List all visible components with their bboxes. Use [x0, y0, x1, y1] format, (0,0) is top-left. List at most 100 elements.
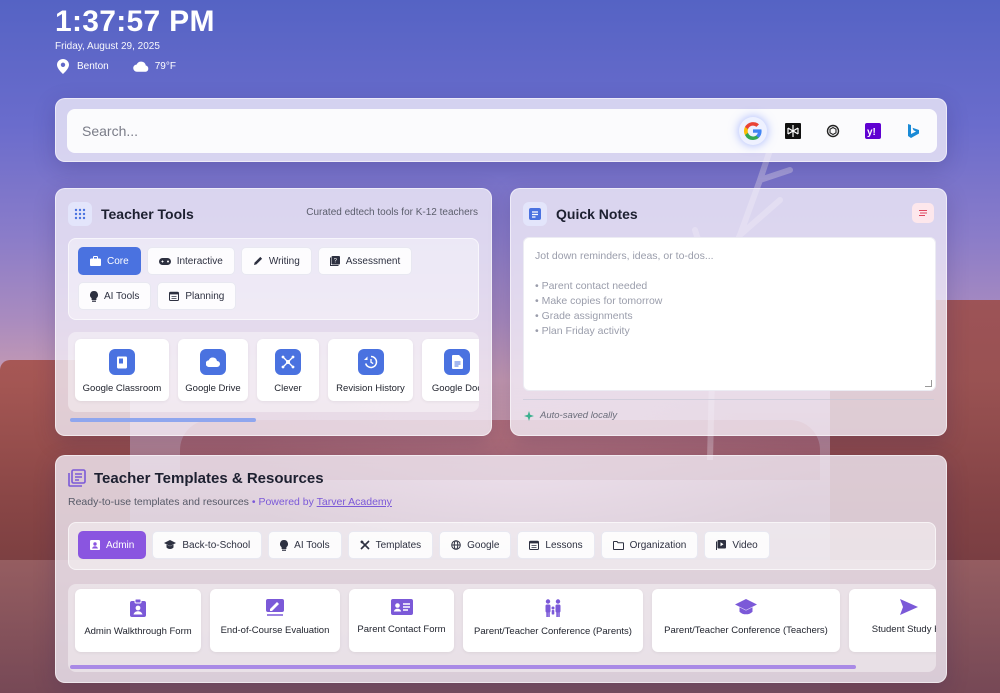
tab-google[interactable]: Google — [439, 531, 512, 559]
location-name: Benton — [77, 60, 109, 72]
tab-video-label: Video — [732, 539, 758, 551]
teacher-tools-title: Teacher Tools — [101, 206, 194, 222]
template-list: Admin Walkthrough Form End-of-Course Eva… — [68, 584, 936, 672]
bing-engine-button[interactable] — [899, 117, 927, 145]
clock-time: 1:37:57 PM — [55, 5, 215, 38]
tab-lessons-label: Lessons — [545, 539, 583, 551]
search-engines: y! — [739, 117, 927, 145]
tab-assessment[interactable]: ? Assessment — [317, 247, 413, 275]
pencil-icon — [253, 256, 262, 265]
template-label: Admin Walkthrough Form — [84, 626, 192, 637]
lightbulb-icon — [90, 290, 98, 302]
location-pin-icon — [55, 58, 71, 74]
tab-back-to-school[interactable]: Back-to-School — [152, 531, 263, 559]
tool-list-scrollbar[interactable] — [70, 418, 256, 422]
tab-google-label: Google — [467, 539, 500, 551]
video-icon — [716, 540, 727, 550]
teacher-tools-subtitle: Curated edtech tools for K-12 teachers — [306, 207, 478, 218]
tool-label: Google Drive — [185, 383, 241, 394]
perplexity-engine-button[interactable] — [779, 117, 807, 145]
template-conference-teachers[interactable]: Parent/Teacher Conference (Teachers) — [652, 589, 840, 652]
teacher-tools-panel: Teacher Tools Curated edtech tools for K… — [55, 188, 492, 436]
tab-admin-label: Admin — [106, 539, 135, 551]
quick-notes-title: Quick Notes — [556, 206, 638, 222]
classroom-icon — [109, 349, 135, 375]
tab-ai-tools-label: AI Tools — [294, 539, 330, 551]
document-icon — [444, 349, 470, 375]
tab-interactive[interactable]: Interactive — [146, 247, 235, 275]
eraser-icon — [919, 210, 927, 216]
calendar-icon — [169, 291, 180, 301]
tab-writing-label: Writing — [268, 255, 300, 267]
template-parent-contact-form[interactable]: Parent Contact Form — [349, 589, 454, 652]
notes-placeholder-line: Jot down reminders, ideas, or to-dos... — [535, 250, 714, 262]
search-input[interactable] — [82, 120, 682, 142]
svg-text:y!: y! — [867, 127, 876, 138]
cloud-icon — [200, 349, 226, 375]
tool-google-classroom[interactable]: Google Classroom — [75, 339, 169, 401]
google-engine-button[interactable] — [739, 117, 767, 145]
template-label: Parent Contact Form — [357, 624, 446, 635]
sparkle-icon — [524, 410, 534, 421]
tab-templates[interactable]: Templates — [347, 531, 434, 559]
library-books-icon — [68, 469, 86, 487]
graduation-cap-icon — [164, 540, 177, 549]
tab-lessons[interactable]: Lessons — [517, 531, 595, 559]
yahoo-engine-button[interactable]: y! — [859, 117, 887, 145]
id-card-icon — [390, 599, 413, 615]
template-label: End-of-Course Evaluation — [220, 625, 330, 636]
notes-placeholder-line: • Plan Friday activity — [535, 325, 630, 337]
briefcase-icon — [90, 256, 101, 266]
chatgpt-icon — [826, 124, 840, 138]
apps-grid-icon — [68, 202, 92, 226]
notes-textarea[interactable]: Jot down reminders, ideas, or to-dos... … — [523, 237, 936, 391]
teacher-tools-header: Teacher Tools — [68, 202, 194, 226]
folder-icon — [612, 540, 624, 550]
tool-revision-history[interactable]: Revision History — [328, 339, 413, 401]
tab-ai-tools[interactable]: AI Tools — [78, 282, 152, 310]
notes-placeholder-line: • Parent contact needed — [535, 280, 648, 292]
tool-google-drive[interactable]: Google Drive — [178, 339, 248, 401]
notes-placeholder-line: • Grade assignments — [535, 310, 633, 322]
tarver-academy-link[interactable]: Tarver Academy — [317, 496, 392, 508]
history-icon — [357, 349, 384, 375]
template-end-of-course-evaluation[interactable]: End-of-Course Evaluation — [210, 589, 340, 652]
temperature: 79°F — [154, 60, 176, 72]
templates-header: Teacher Templates & Resources — [68, 469, 324, 487]
search-panel: y! — [55, 98, 947, 162]
cloud-icon — [132, 58, 149, 74]
template-list-scrollbar[interactable] — [70, 665, 856, 669]
yahoo-icon: y! — [865, 123, 881, 139]
tool-list: Google Classroom Google Drive Clever Rev… — [68, 332, 479, 412]
template-conference-parents[interactable]: Parent/Teacher Conference (Parents) — [463, 589, 643, 652]
badge-icon — [90, 540, 100, 550]
templates-title: Teacher Templates & Resources — [94, 469, 324, 487]
family-icon — [545, 599, 561, 617]
tab-back-to-school-label: Back-to-School — [182, 539, 251, 551]
clear-notes-button[interactable] — [912, 203, 934, 223]
tab-ai-tools-templates[interactable]: AI Tools — [268, 531, 342, 559]
chatgpt-engine-button[interactable] — [819, 117, 847, 145]
network-icon — [275, 349, 301, 375]
template-admin-walkthrough[interactable]: Admin Walkthrough Form — [75, 589, 201, 652]
template-student-study[interactable]: Student Study Ha — [849, 589, 936, 652]
tab-admin[interactable]: Admin — [78, 531, 147, 559]
tab-templates-label: Templates — [375, 539, 422, 551]
templates-subtitle: Ready-to-use templates and resources • P… — [68, 496, 392, 508]
google-icon — [744, 122, 762, 140]
template-label: Parent/Teacher Conference (Teachers) — [664, 625, 828, 636]
tab-video[interactable]: Video — [704, 531, 770, 559]
globe-icon — [451, 540, 461, 550]
resize-handle[interactable] — [925, 380, 932, 387]
tab-organization[interactable]: Organization — [600, 531, 699, 559]
tab-core[interactable]: Core — [78, 247, 141, 275]
autosave-status: Auto-saved locally — [524, 410, 617, 421]
powered-by-text: • Powered by — [251, 496, 314, 508]
tool-clever[interactable]: Clever — [257, 339, 319, 401]
notes-icon — [523, 202, 547, 226]
template-label: Parent/Teacher Conference (Parents) — [474, 626, 632, 637]
clipboard-user-icon — [130, 599, 146, 617]
tab-writing[interactable]: Writing — [240, 247, 312, 275]
tool-google-doc[interactable]: Google Doc — [422, 339, 479, 401]
tab-planning[interactable]: Planning — [157, 282, 237, 310]
